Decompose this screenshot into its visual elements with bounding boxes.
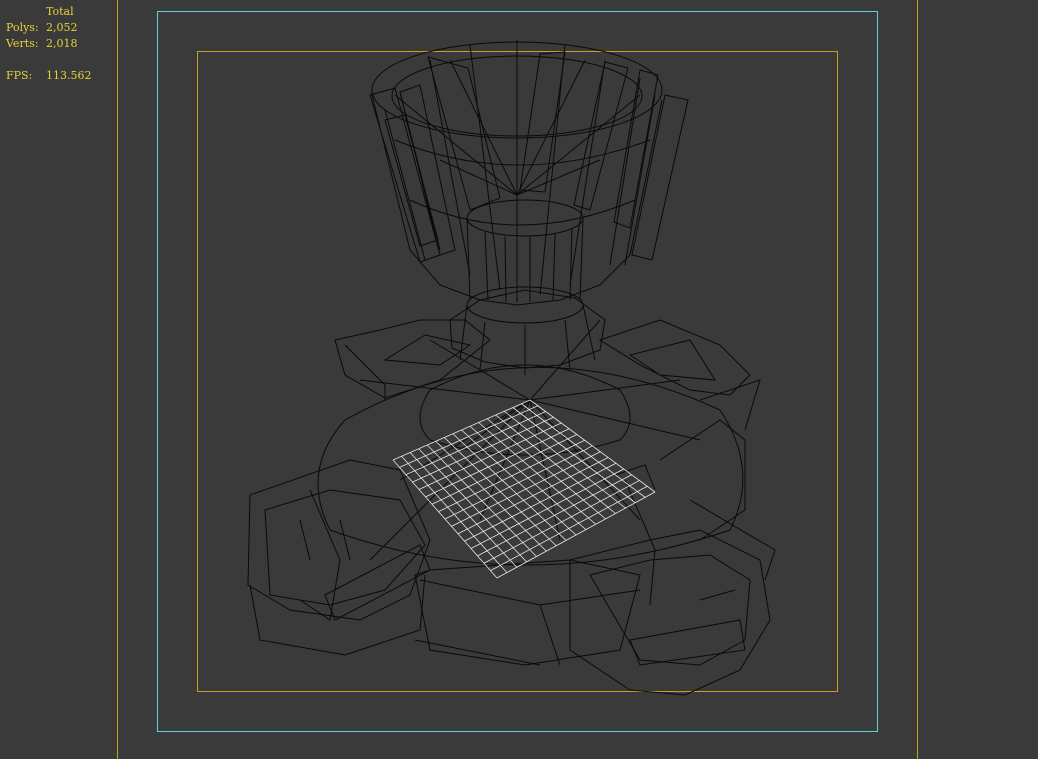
column-top bbox=[466, 199, 584, 237]
grid-line bbox=[451, 451, 601, 527]
column-lower bbox=[459, 304, 596, 375]
polys-label: Polys: bbox=[6, 21, 39, 34]
column-collar bbox=[466, 286, 584, 324]
arm-bottom-left-panel bbox=[299, 519, 431, 621]
grid-line bbox=[490, 485, 648, 571]
base-ring-1 bbox=[419, 364, 631, 456]
viewport-statistics: Total Polys: 2,052 Verts: 2,018 FPS: 113.56… bbox=[6, 4, 92, 84]
chalice-panels-right bbox=[519, 51, 689, 261]
fps-label: FPS: bbox=[6, 69, 33, 82]
verts-value: 2,018 bbox=[46, 37, 78, 50]
stats-polys-row: Polys: 2,052 bbox=[6, 20, 92, 36]
arm-top-right bbox=[598, 319, 761, 431]
stats-verts-row: Verts: 2,018 bbox=[6, 36, 92, 52]
arm-bottom-right bbox=[569, 479, 776, 696]
grid-line bbox=[521, 403, 646, 498]
arm-bottom-left bbox=[247, 459, 431, 656]
grid-line bbox=[457, 457, 609, 535]
base-spokes bbox=[359, 319, 701, 561]
verts-label: Verts: bbox=[6, 37, 39, 50]
3d-viewport[interactable]: Total Polys: 2,052 Verts: 2,018 FPS: 113.56… bbox=[0, 0, 1038, 759]
stats-fps-row: FPS: 113.562 bbox=[6, 68, 92, 84]
polys-value: 2,052 bbox=[46, 21, 78, 34]
viewport-canvas[interactable] bbox=[0, 0, 1038, 759]
arm-mid-right bbox=[614, 419, 746, 541]
chalice-band bbox=[394, 139, 651, 226]
grid-line bbox=[483, 480, 640, 564]
arm-bottom-right-panel bbox=[629, 589, 746, 666]
arm-top-left bbox=[334, 319, 491, 400]
grid-line bbox=[529, 399, 656, 493]
wireframe-model[interactable] bbox=[247, 40, 776, 696]
base-ring-3 bbox=[414, 559, 641, 666]
fps-value: 113.562 bbox=[46, 69, 92, 82]
ground-grid bbox=[392, 399, 656, 579]
stats-header: Total bbox=[46, 5, 74, 18]
chalice-bowl-ribs bbox=[384, 40, 656, 302]
